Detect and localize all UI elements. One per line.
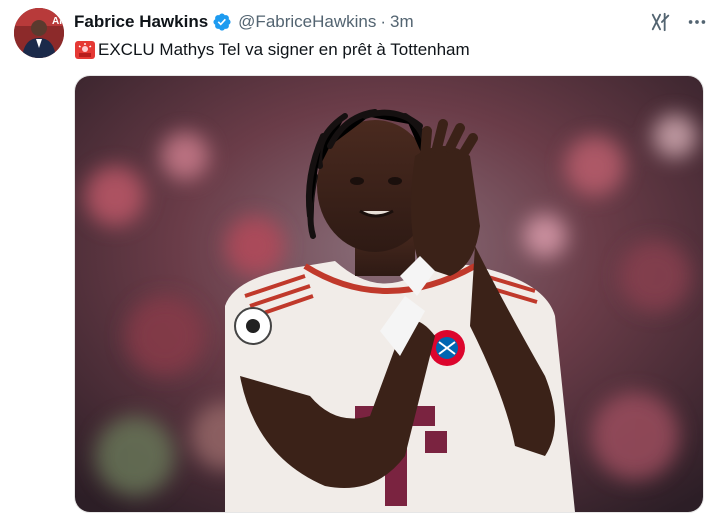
more-options-icon[interactable] — [686, 11, 708, 33]
timestamp[interactable]: 3m — [390, 12, 414, 32]
siren-emoji-icon — [75, 41, 95, 59]
verified-badge-icon — [213, 13, 231, 31]
author-handle[interactable]: @FabriceHawkins — [238, 12, 376, 32]
tweet-photo[interactable] — [74, 75, 704, 513]
grok-icon[interactable] — [650, 11, 672, 33]
tweet-body: EXCLU Mathys Tel va signer en prêt à Tot… — [98, 40, 470, 59]
avatar[interactable]: AI — [14, 8, 64, 58]
tweet-text: EXCLU Mathys Tel va signer en prêt à Tot… — [74, 38, 470, 62]
tweet-header: Fabrice Hawkins @FabriceHawkins · 3m — [74, 10, 708, 34]
svg-text:AI: AI — [52, 16, 62, 27]
author-name[interactable]: Fabrice Hawkins — [74, 12, 208, 32]
separator-dot: · — [380, 12, 387, 31]
